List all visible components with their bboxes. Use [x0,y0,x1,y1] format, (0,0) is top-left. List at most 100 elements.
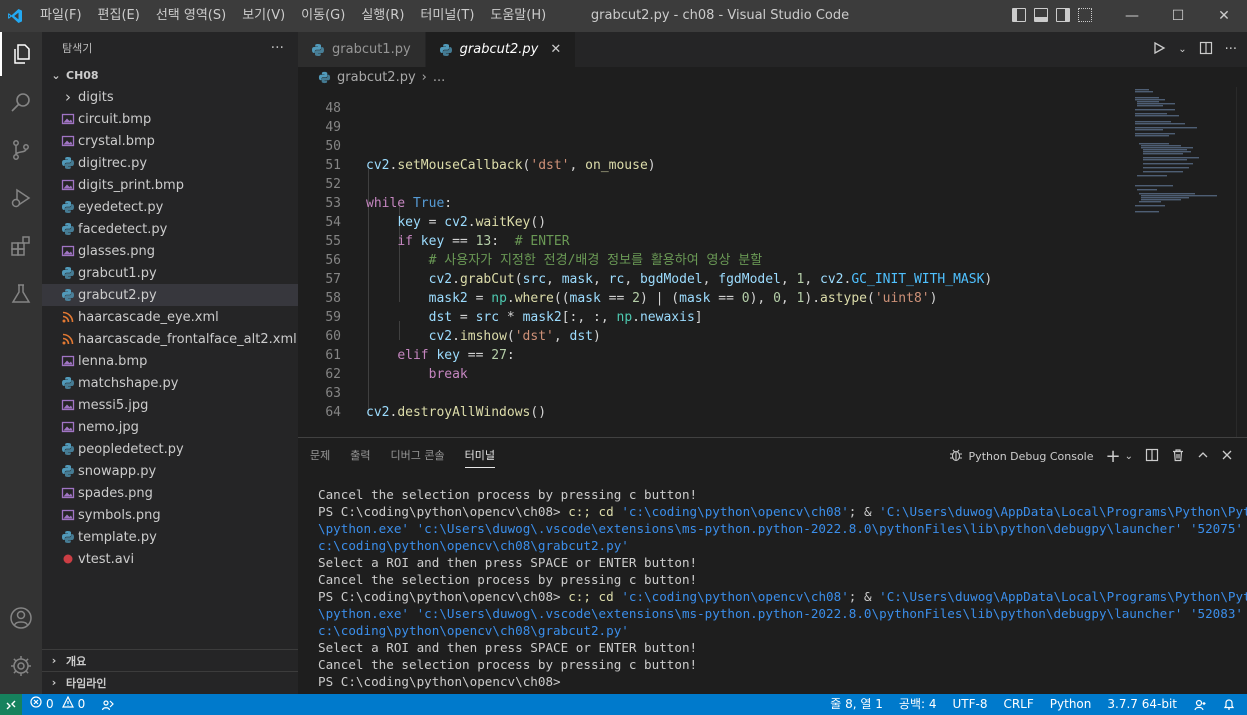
minimize-button[interactable]: — [1109,0,1155,32]
trash-icon[interactable] [1171,448,1185,465]
tree-item-label: digitrec.py [78,155,148,171]
tree-item-label: digits_print.bmp [78,177,184,193]
new-terminal-icon[interactable]: + [1106,446,1121,467]
cursor-position[interactable]: 줄 8, 열 1 [822,694,891,715]
timeline-section[interactable]: › 타임라인 [42,671,298,693]
tab-problems[interactable]: 문제 [310,438,330,474]
terminal-line: Cancel the selection process by pressing… [318,487,698,502]
menu-terminal[interactable]: 터미널(T) [412,0,482,32]
code-editor[interactable]: 48 49 50 cv2.setMouseCallback('dst', on_… [298,87,1133,437]
chevron-down-icon[interactable]: ⌄ [1125,451,1133,462]
explorer-icon[interactable] [0,32,42,76]
menu-selection[interactable]: 선택 영역(S) [148,0,234,32]
outline-section[interactable]: › 개요 [42,649,298,671]
explorer-title: 탐색기 [62,42,93,55]
outline-label: 개요 [66,654,87,668]
menu-edit[interactable]: 편집(E) [90,0,148,32]
breadcrumb-file[interactable]: grabcut2.py [337,70,416,85]
tree-file-item[interactable]: crystal.bmp [42,130,298,152]
encoding[interactable]: UTF-8 [944,694,995,715]
folder-header[interactable]: ⌄ CH08 [42,64,298,86]
language-mode[interactable]: Python [1042,694,1100,715]
tree-file-item[interactable]: grabcut1.py [42,262,298,284]
run-debug-icon[interactable] [0,176,42,220]
split-terminal-icon[interactable] [1145,448,1159,465]
search-icon[interactable] [0,80,42,124]
minimap-preview [1135,89,1217,213]
menu-run[interactable]: 실행(R) [353,0,412,32]
tree-file-item[interactable]: glasses.png [42,240,298,262]
terminal-output[interactable]: Cancel the selection process by pressing… [318,486,1247,690]
tab-debug-console[interactable]: 디버그 콘솔 [391,438,445,474]
tree-folder-item[interactable]: › digits [42,86,298,108]
account-icon[interactable] [0,596,42,640]
tab-output[interactable]: 출력 [350,438,370,474]
tree-file-item[interactable]: facedetect.py [42,218,298,240]
tree-item-label: circuit.bmp [78,111,152,127]
more-actions-icon[interactable]: ··· [1225,42,1237,57]
more-actions-icon[interactable]: ··· [271,40,284,56]
terminal-line: PS C:\coding\python\opencv\ch08> c:; cd … [318,588,1247,605]
close-button[interactable]: ✕ [1201,0,1247,32]
toggle-panel-icon[interactable] [1034,8,1048,22]
tree-item-label: haarcascade_frontalface_alt2.xml [78,331,297,347]
tree-file-item[interactable]: spades.png [42,482,298,504]
rss-xml-file-icon [60,331,76,347]
tree-file-item[interactable]: haarcascade_frontalface_alt2.xml [42,328,298,350]
python-file-icon [60,265,76,281]
breadcrumb-symbols[interactable]: ... [433,70,445,85]
tree-file-item[interactable]: circuit.bmp [42,108,298,130]
notifications-bell-icon[interactable] [1215,694,1243,715]
toggle-secondary-sidebar-icon[interactable] [1056,8,1070,22]
customize-layout-icon[interactable] [1078,8,1092,22]
settings-gear-icon[interactable] [0,644,42,688]
close-panel-icon[interactable] [1221,449,1233,464]
maximize-button[interactable]: ☐ [1155,0,1201,32]
tree-file-item[interactable]: nemo.jpg [42,416,298,438]
feedback-icon[interactable] [1185,694,1215,715]
remote-indicator-icon[interactable] [0,694,22,715]
terminal-line: PS C:\coding\python\opencv\ch08> c:; cd … [318,503,1247,520]
tree-file-item[interactable]: template.py [42,526,298,548]
source-control-icon[interactable] [0,128,42,172]
tree-file-item[interactable]: symbols.png [42,504,298,526]
tree-file-item[interactable]: peopledetect.py [42,438,298,460]
python-interpreter[interactable]: 3.7.7 64-bit [1099,694,1185,715]
terminal-name[interactable]: Python Debug Console [969,450,1094,463]
run-python-file-icon[interactable] [1152,41,1166,59]
tree-item-label: digits [78,89,114,105]
menu-go[interactable]: 이동(G) [293,0,353,32]
tree-file-item[interactable]: vtest.avi [42,548,298,570]
tab-grabcut1[interactable]: grabcut1.py [298,32,426,67]
end-of-line[interactable]: CRLF [995,694,1041,715]
extensions-icon[interactable] [0,224,42,268]
problems-status[interactable]: 0 0 [22,694,93,715]
toggle-sidebar-icon[interactable] [1012,8,1026,22]
editor-scrollbar[interactable] [1236,87,1246,437]
explorer-header: 탐색기 ··· [42,32,298,64]
python-file-icon [438,42,454,58]
split-editor-icon[interactable] [1199,41,1213,59]
tree-file-item[interactable]: snowapp.py [42,460,298,482]
tree-file-item[interactable]: messi5.jpg [42,394,298,416]
menu-help[interactable]: 도움말(H) [482,0,554,32]
tree-file-item[interactable]: eyedetect.py [42,196,298,218]
chevron-down-icon[interactable]: ⌄ [1178,44,1186,55]
tree-file-item[interactable]: digits_print.bmp [42,174,298,196]
tree-file-item[interactable]: haarcascade_eye.xml [42,306,298,328]
tree-file-item[interactable]: grabcut2.py [42,284,298,306]
menu-view[interactable]: 보기(V) [234,0,293,32]
minimap[interactable] [1133,87,1239,437]
tree-file-item[interactable]: lenna.bmp [42,350,298,372]
code-line: 62 [298,346,1133,382]
tab-terminal[interactable]: 터미널 [464,438,496,474]
maximize-panel-icon[interactable] [1197,449,1209,464]
close-tab-icon[interactable]: ✕ [550,42,561,57]
live-share-icon[interactable] [93,694,123,715]
tree-file-item[interactable]: matchshape.py [42,372,298,394]
menu-file[interactable]: 파일(F) [32,0,90,32]
indentation[interactable]: 공백: 4 [891,694,945,715]
testing-icon[interactable] [0,272,42,316]
tree-file-item[interactable]: digitrec.py [42,152,298,174]
tab-grabcut2[interactable]: grabcut2.py ✕ [425,32,577,67]
